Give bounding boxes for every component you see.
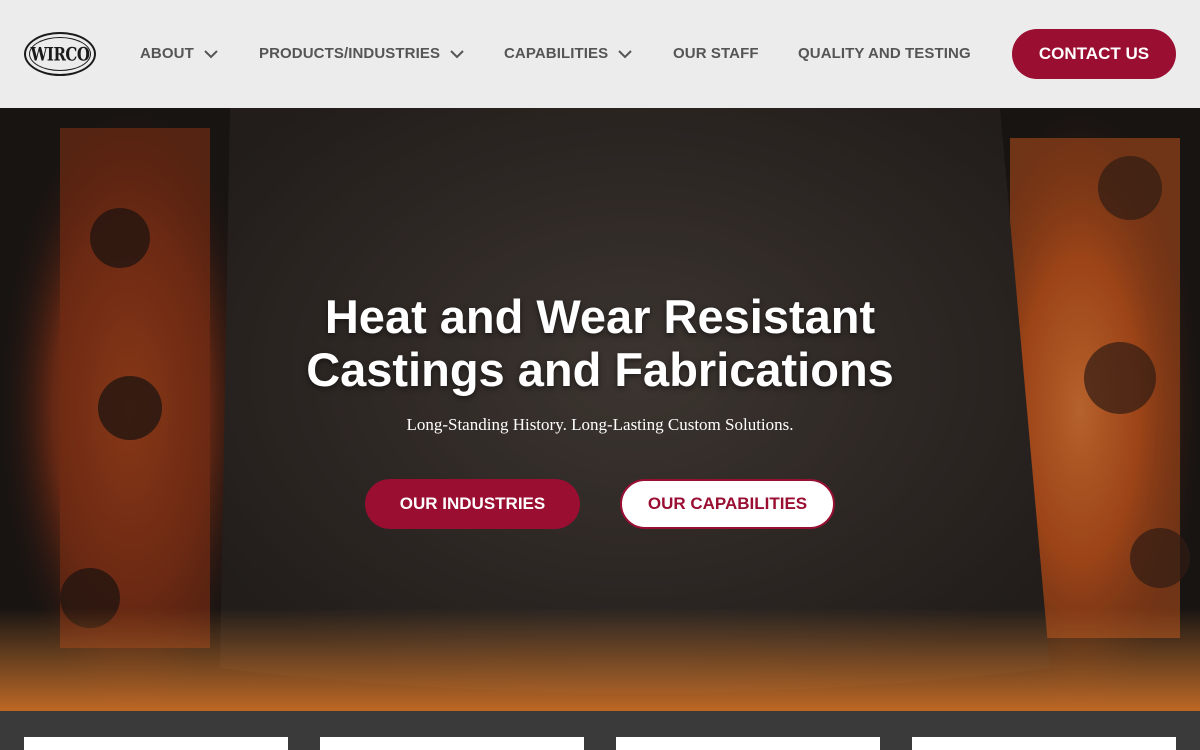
feature-card[interactable] bbox=[616, 737, 880, 750]
feature-cards-strip bbox=[0, 711, 1200, 750]
feature-card[interactable] bbox=[24, 737, 288, 750]
hero-title-line-2: Castings and Fabrications bbox=[306, 343, 894, 396]
logo-text: WIRCO bbox=[30, 42, 90, 66]
site-header: WIRCO ABOUT PRODUCTS/INDUSTRIES CAPABILI… bbox=[0, 0, 1200, 108]
nav-label-our-staff: OUR STAFF bbox=[673, 45, 759, 62]
hero-title-line-1: Heat and Wear Resistant bbox=[324, 290, 876, 343]
nav-item-quality-testing[interactable]: QUALITY AND TESTING bbox=[798, 45, 971, 62]
feature-card[interactable] bbox=[912, 737, 1176, 750]
chevron-down-icon bbox=[618, 49, 632, 58]
feature-card[interactable] bbox=[320, 737, 584, 750]
hero-title: Heat and Wear Resistant Castings and Fab… bbox=[250, 290, 950, 396]
hero-section: Heat and Wear Resistant Castings and Fab… bbox=[0, 108, 1200, 711]
nav-label-quality-testing: QUALITY AND TESTING bbox=[798, 45, 971, 62]
contact-us-button[interactable]: CONTACT US bbox=[1012, 29, 1176, 79]
nav-label-about: ABOUT bbox=[140, 45, 194, 62]
chevron-down-icon bbox=[204, 49, 218, 58]
nav-item-products-industries[interactable]: PRODUCTS/INDUSTRIES bbox=[259, 45, 464, 62]
nav-label-products-industries: PRODUCTS/INDUSTRIES bbox=[259, 45, 441, 62]
chevron-down-icon bbox=[450, 49, 464, 58]
nav-item-capabilities[interactable]: CAPABILITIES bbox=[504, 45, 632, 62]
nav-item-our-staff[interactable]: OUR STAFF bbox=[673, 45, 759, 62]
our-industries-button[interactable]: OUR INDUSTRIES bbox=[365, 479, 580, 529]
wirco-logo[interactable]: WIRCO bbox=[24, 32, 96, 76]
nav-item-about[interactable]: ABOUT bbox=[140, 45, 218, 62]
our-capabilities-button[interactable]: OUR CAPABILITIES bbox=[620, 479, 835, 529]
nav-label-capabilities: CAPABILITIES bbox=[504, 45, 609, 62]
hero-subtitle: Long-Standing History. Long-Lasting Cust… bbox=[406, 415, 794, 434]
hero-content: Heat and Wear Resistant Castings and Fab… bbox=[0, 108, 1200, 711]
